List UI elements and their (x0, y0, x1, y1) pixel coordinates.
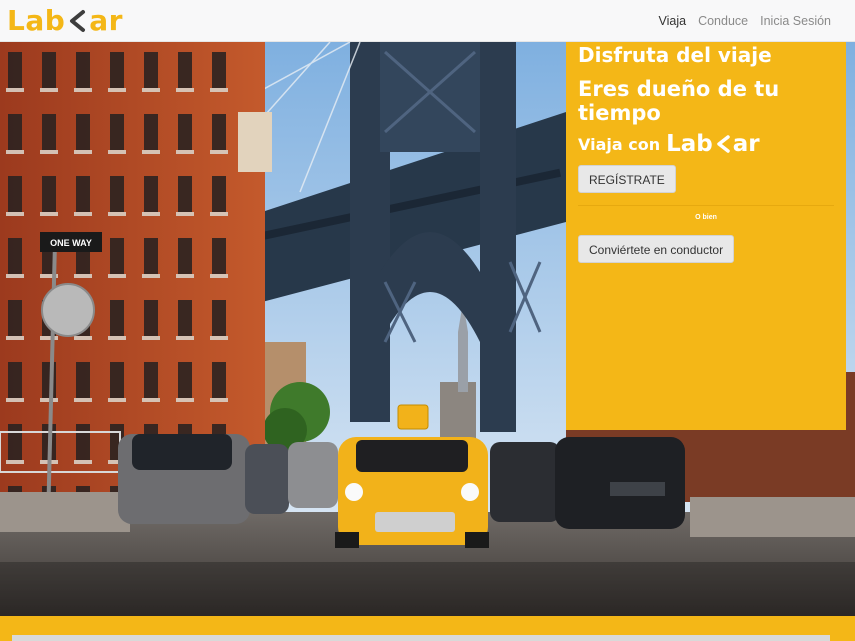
tagline-brand-suffix: ar (732, 131, 760, 158)
headline-own-time: Eres dueño de tu tiempo (578, 77, 780, 126)
register-button[interactable]: REGÍSTRATE (578, 165, 676, 194)
brand-logo[interactable]: Lab ar (7, 3, 123, 39)
horizontal-scrollbar[interactable] (12, 635, 830, 641)
nav-links: Viaja Conduce Inicia Sesión (659, 0, 832, 42)
top-navbar: Lab ar Viaja Conduce Inicia Sesión (0, 0, 855, 42)
tagline-brand-logo: Lab ar (666, 131, 760, 157)
footer-strip (0, 616, 855, 641)
headline-enjoy: Disfruta del viaje (578, 43, 772, 67)
nav-link-inicia-sesion[interactable]: Inicia Sesión (760, 14, 831, 28)
one-way-sign-text: ONE WAY (50, 238, 92, 248)
cta-panel: Disfruta del viaje Eres dueño de tu tiem… (566, 42, 846, 430)
nav-link-viaja[interactable]: Viaja (659, 14, 687, 28)
chevron-left-icon (717, 135, 730, 154)
tagline-prefix: Viaja con (578, 134, 661, 154)
divider (578, 205, 834, 207)
brand-logo-suffix: ar (89, 4, 123, 37)
nav-link-conduce[interactable]: Conduce (698, 14, 748, 28)
or-text: O bien (695, 214, 717, 222)
become-driver-button[interactable]: Conviértete en conductor (578, 235, 735, 264)
brand-logo-prefix: Lab (7, 4, 66, 37)
tagline-brand-prefix: Lab (666, 131, 713, 158)
chevron-left-icon (70, 10, 86, 32)
tagline: Viaja con Lab ar (578, 131, 834, 157)
